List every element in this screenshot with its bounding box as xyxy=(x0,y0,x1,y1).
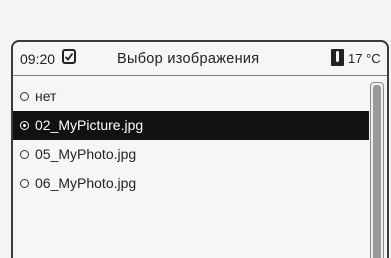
list-item-label: 02_MyPicture.jpg xyxy=(35,117,144,133)
list-item-06-myphoto[interactable]: 06_MyPhoto.jpg xyxy=(13,169,369,198)
radio-button-icon xyxy=(20,92,29,101)
image-list: нет 02_MyPicture.jpg 05_MyPhoto.jpg 06_M… xyxy=(13,82,369,198)
scrollbar-thumb[interactable] xyxy=(373,85,381,258)
clock-time: 09:20 xyxy=(20,51,56,67)
radio-button-icon xyxy=(20,150,29,159)
list-item-05-myphoto[interactable]: 05_MyPhoto.jpg xyxy=(13,140,369,169)
radio-button-selected-icon xyxy=(20,121,29,130)
display-frame: 09:20 Выбор изображения 17 °C нет 02_MyP… xyxy=(11,40,389,258)
scrollbar[interactable] xyxy=(370,82,384,258)
thermometer-icon xyxy=(331,49,344,66)
list-item-label: 05_MyPhoto.jpg xyxy=(35,146,137,162)
radio-button-icon xyxy=(20,179,29,188)
status-header: 09:20 Выбор изображения 17 °C xyxy=(13,42,387,76)
clock-icon xyxy=(62,49,76,64)
list-item-label: нет xyxy=(35,88,57,104)
list-item-02-mypicture[interactable]: 02_MyPicture.jpg xyxy=(13,111,369,140)
outside-temperature: 17 °C xyxy=(348,51,381,66)
page-title: Выбор изображения xyxy=(117,51,260,67)
list-item-label: 06_MyPhoto.jpg xyxy=(35,175,137,191)
list-item-none[interactable]: нет xyxy=(13,82,369,111)
